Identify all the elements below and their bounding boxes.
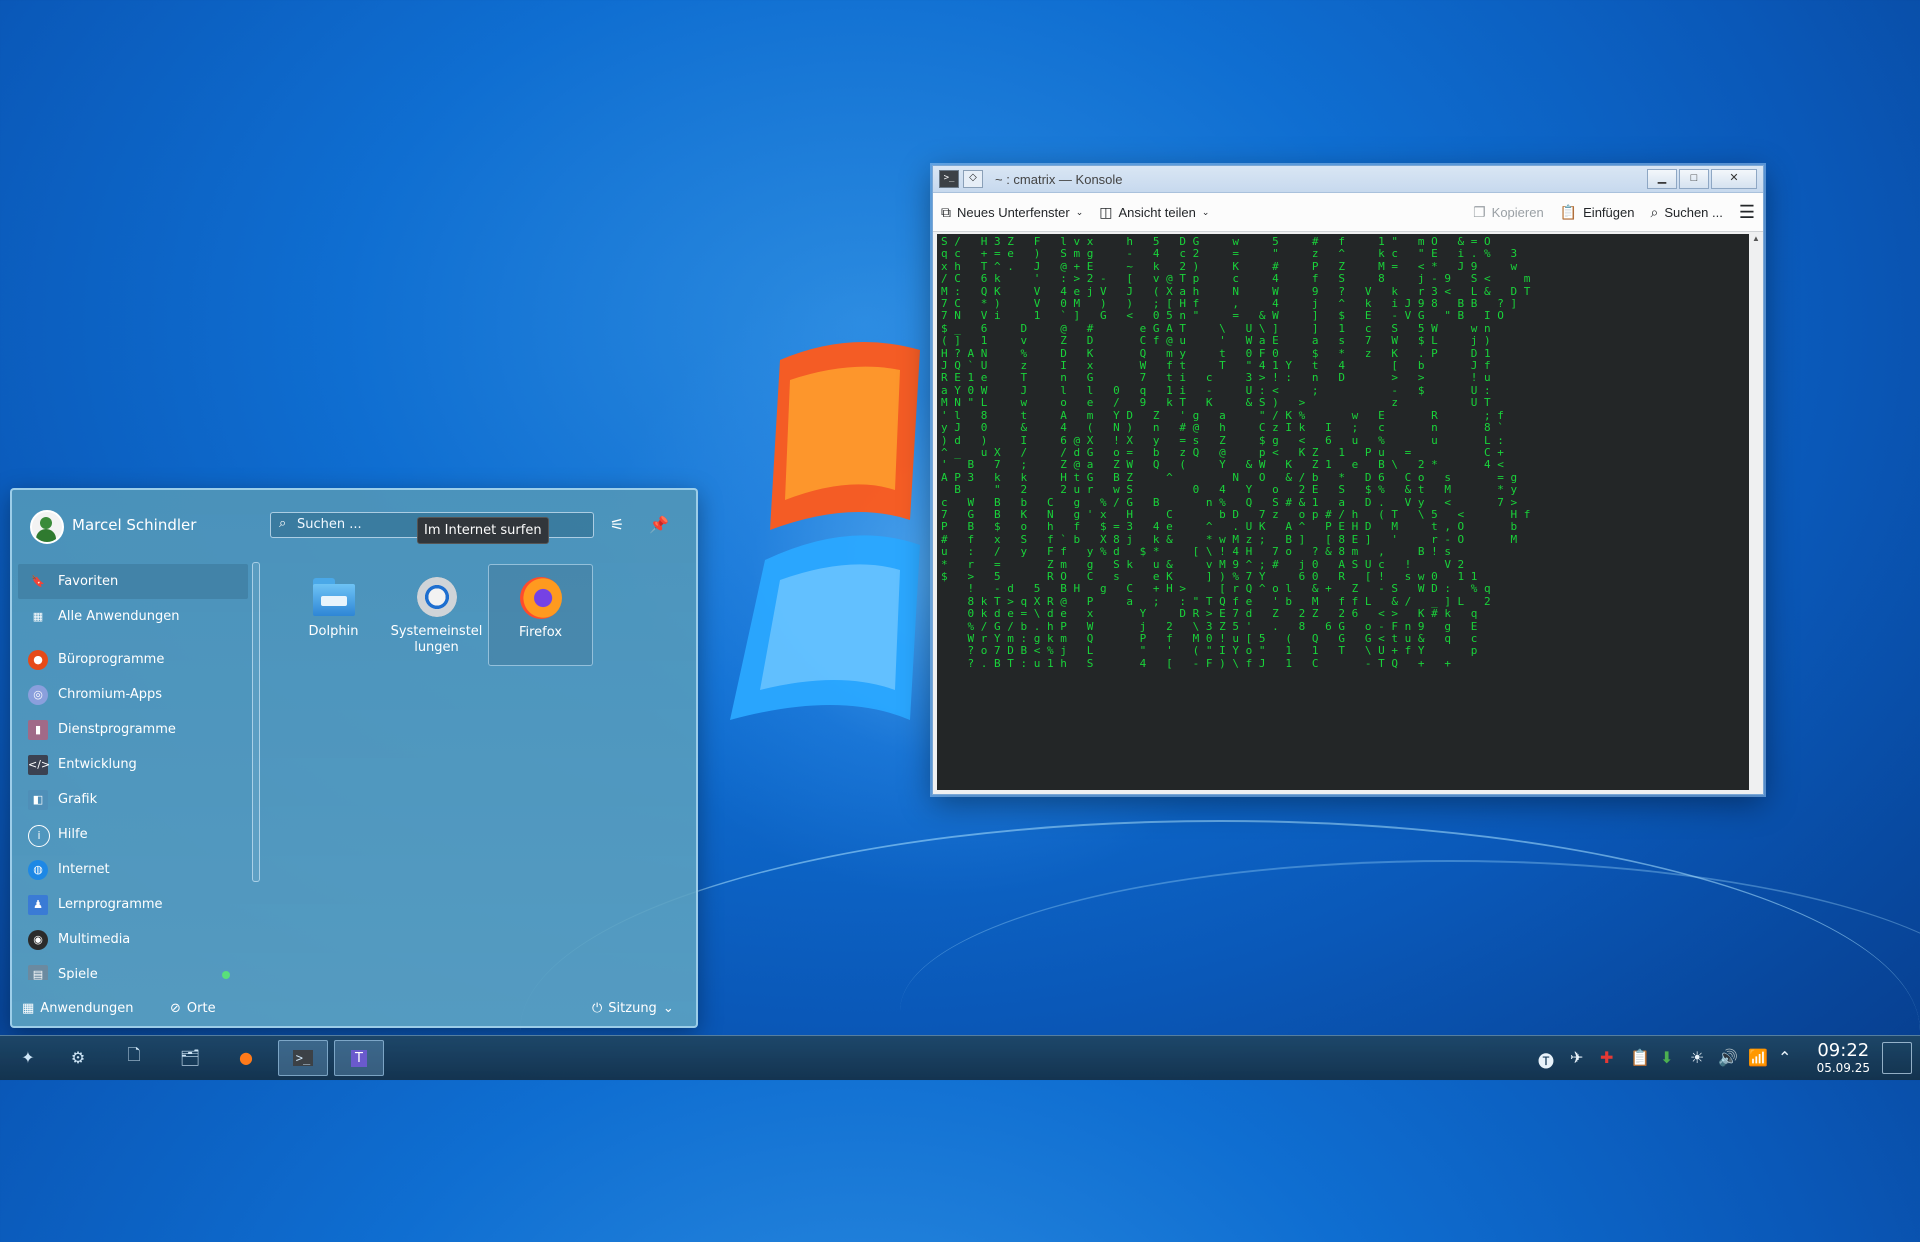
compass-icon: ⊘ — [170, 1001, 181, 1016]
help-icon: i — [28, 825, 50, 847]
new-tab-icon: ⧉ — [941, 203, 951, 220]
category-help[interactable]: i Hilfe — [18, 817, 248, 852]
username: Marcel Schindler — [72, 516, 197, 534]
category-multimedia[interactable]: ◉ Multimedia — [18, 922, 248, 957]
minimize-button[interactable]: ▁ — [1647, 169, 1677, 189]
launcher-footer: ▦ Anwendungen ⊘ Orte ⏻ Sitzung ⌄ — [12, 992, 696, 1026]
category-favorites[interactable]: 🔖 Favoriten — [18, 564, 248, 599]
find-button[interactable]: ⌕ Suchen ... — [1642, 197, 1730, 227]
category-all-applications[interactable]: ▦ Alle Anwendungen — [18, 599, 248, 634]
window-menu-icon[interactable]: ◇ — [963, 170, 983, 188]
konsole-titlebar[interactable]: >_ ◇ ~ : cmatrix — Konsole ▁ □ ✕ — [933, 166, 1763, 193]
taskbar: ✦ ⚙ 🗋 🗂 ● >_ T 🅣 ✈ ✚ 📋 ⬇ ☀ 🔊 📶 ⌃ 09:22 0… — [0, 1035, 1920, 1080]
tray-brightness-icon[interactable]: ☀ — [1690, 1048, 1704, 1067]
power-icon: ⏻ — [592, 1001, 603, 1016]
clock[interactable]: 09:22 05.09.25 — [1817, 1041, 1870, 1076]
configure-icon[interactable]: ⚟ — [606, 514, 628, 536]
category-education[interactable]: ♟ Lernprogramme — [18, 887, 248, 922]
tray-kdeconnect-icon[interactable]: ✈ — [1570, 1048, 1583, 1067]
tray-clipboard-icon[interactable]: 📋 — [1630, 1048, 1650, 1067]
education-icon: ♟ — [28, 895, 48, 915]
graphics-icon: ◧ — [28, 790, 48, 810]
chevron-down-icon: ⌄ — [662, 1001, 674, 1016]
paste-icon: 📋 — [1559, 203, 1578, 220]
settings-icon[interactable]: ⚙ — [56, 1040, 100, 1074]
app-system-settings[interactable]: Systemeinstel lungen — [385, 564, 488, 664]
terminal-output[interactable]: S / H 3 Z F l v x h 5 D G w 5 # f 1 " m … — [937, 234, 1749, 790]
search-icon: ⌕ — [279, 516, 287, 531]
category-internet[interactable]: ◍ Internet — [18, 852, 248, 887]
utilities-icon: ▮ — [28, 720, 48, 740]
tray-updates-icon[interactable]: ✚ — [1600, 1048, 1613, 1067]
tab-applications[interactable]: ▦ Anwendungen — [22, 1001, 134, 1016]
avatar[interactable] — [30, 510, 64, 544]
pin-icon[interactable]: 📌 — [648, 514, 670, 536]
tab-places[interactable]: ⊘ Orte — [170, 1001, 216, 1016]
window-title: ~ : cmatrix — Konsole — [995, 171, 1123, 187]
scroll-up-icon[interactable]: ▲ — [1751, 234, 1761, 243]
application-launcher: Marcel Schindler ⌕ Suchen ... ⚟ 📌 Im Int… — [10, 488, 698, 1028]
grid-icon: ▦ — [22, 1001, 35, 1016]
tray-expand-icon[interactable]: ⌃ — [1778, 1048, 1791, 1067]
search-icon: ⌕ — [1650, 203, 1659, 220]
chromium-icon: ◎ — [28, 685, 48, 705]
app-dolphin[interactable]: Dolphin — [282, 564, 385, 664]
grid-icon: ▦ — [32, 610, 44, 623]
firefox-icon — [518, 575, 564, 621]
hamburger-menu-button[interactable]: ☰ — [1731, 197, 1763, 227]
terminal-icon[interactable]: >_ — [939, 170, 959, 188]
show-desktop-button[interactable] — [1882, 1042, 1912, 1074]
clock-date: 05.09.25 — [1816, 1061, 1870, 1075]
tray-teams-icon[interactable]: 🅣 — [1538, 1048, 1554, 1072]
code-icon: </> — [28, 755, 50, 775]
close-button[interactable]: ✕ — [1711, 169, 1757, 189]
konsole-task[interactable]: >_ — [278, 1040, 328, 1076]
app-firefox[interactable]: Firefox — [488, 564, 593, 666]
office-icon: ● — [28, 650, 48, 670]
hamburger-icon: ☰ — [1738, 201, 1755, 222]
category-games[interactable]: ▤ Spiele — [18, 957, 248, 980]
launcher-header: Marcel Schindler ⌕ Suchen ... ⚟ 📌 Im Int… — [12, 490, 696, 544]
category-development[interactable]: </> Entwicklung — [18, 747, 248, 782]
konsole-toolbar: ⧉ Neues Unterfenster ⌄ ◫ Ansicht teilen ⌄ ❐ K… — [933, 193, 1763, 232]
task-manager-task[interactable]: T — [334, 1040, 384, 1076]
firefox-icon[interactable]: ● — [224, 1040, 268, 1074]
new-tab-button[interactable]: ⧉ Neues Unterfenster ⌄ — [933, 197, 1091, 227]
new-indicator-dot — [222, 971, 230, 979]
document-icon[interactable]: 🗋 — [112, 1040, 156, 1074]
multimedia-icon: ◉ — [28, 930, 48, 950]
paste-button[interactable]: 📋 Einfügen — [1552, 197, 1643, 227]
settings-gear-icon — [414, 574, 460, 620]
copy-button[interactable]: ❐ Kopieren — [1465, 197, 1552, 227]
category-utilities[interactable]: ▮ Dienstprogramme — [18, 712, 248, 747]
globe-icon: ◍ — [28, 860, 48, 880]
maximize-button[interactable]: □ — [1679, 169, 1709, 189]
folder-icon — [311, 574, 357, 620]
search-placeholder: Suchen ... — [297, 517, 362, 532]
terminal-scrollbar[interactable]: ▲ — [1751, 234, 1761, 790]
bookmark-icon: 🔖 — [31, 575, 45, 588]
konsole-window[interactable]: >_ ◇ ~ : cmatrix — Konsole ▁ □ ✕ ⧉ Neues … — [932, 165, 1764, 795]
file-manager-icon[interactable]: 🗂 — [168, 1040, 212, 1074]
category-list: 🔖 Favoriten ▦ Alle Anwendungen ● Büroprogra… — [18, 564, 248, 980]
clock-time: 09:22 — [1817, 1040, 1870, 1061]
terminal-icon: >_ — [292, 1050, 314, 1066]
tray-volume-icon[interactable]: 🔊 — [1718, 1048, 1738, 1067]
tray-download-icon[interactable]: ⬇ — [1660, 1048, 1673, 1067]
category-graphics[interactable]: ◧ Grafik — [18, 782, 248, 817]
session-button[interactable]: ⏻ Sitzung ⌄ — [592, 1001, 674, 1016]
copy-icon: ❐ — [1473, 203, 1486, 220]
tray-wifi-icon[interactable]: 📶 — [1748, 1048, 1768, 1067]
split-view-button[interactable]: ◫ Ansicht teilen ⌄ — [1091, 197, 1217, 227]
category-chromium-apps[interactable]: ◎ Chromium-Apps — [18, 677, 248, 712]
split-view-icon: ◫ — [1099, 203, 1113, 220]
app-launcher-icon[interactable]: ✦ — [6, 1040, 50, 1074]
tooltip: Im Internet surfen — [417, 517, 549, 544]
games-icon: ▤ — [28, 965, 48, 980]
category-scrollbar[interactable] — [252, 562, 260, 882]
favorites-grid: Dolphin Systemeinstel lungen Firefox — [282, 564, 593, 666]
category-office[interactable]: ● Büroprogramme — [18, 642, 248, 677]
monitor-icon: T — [351, 1049, 367, 1067]
